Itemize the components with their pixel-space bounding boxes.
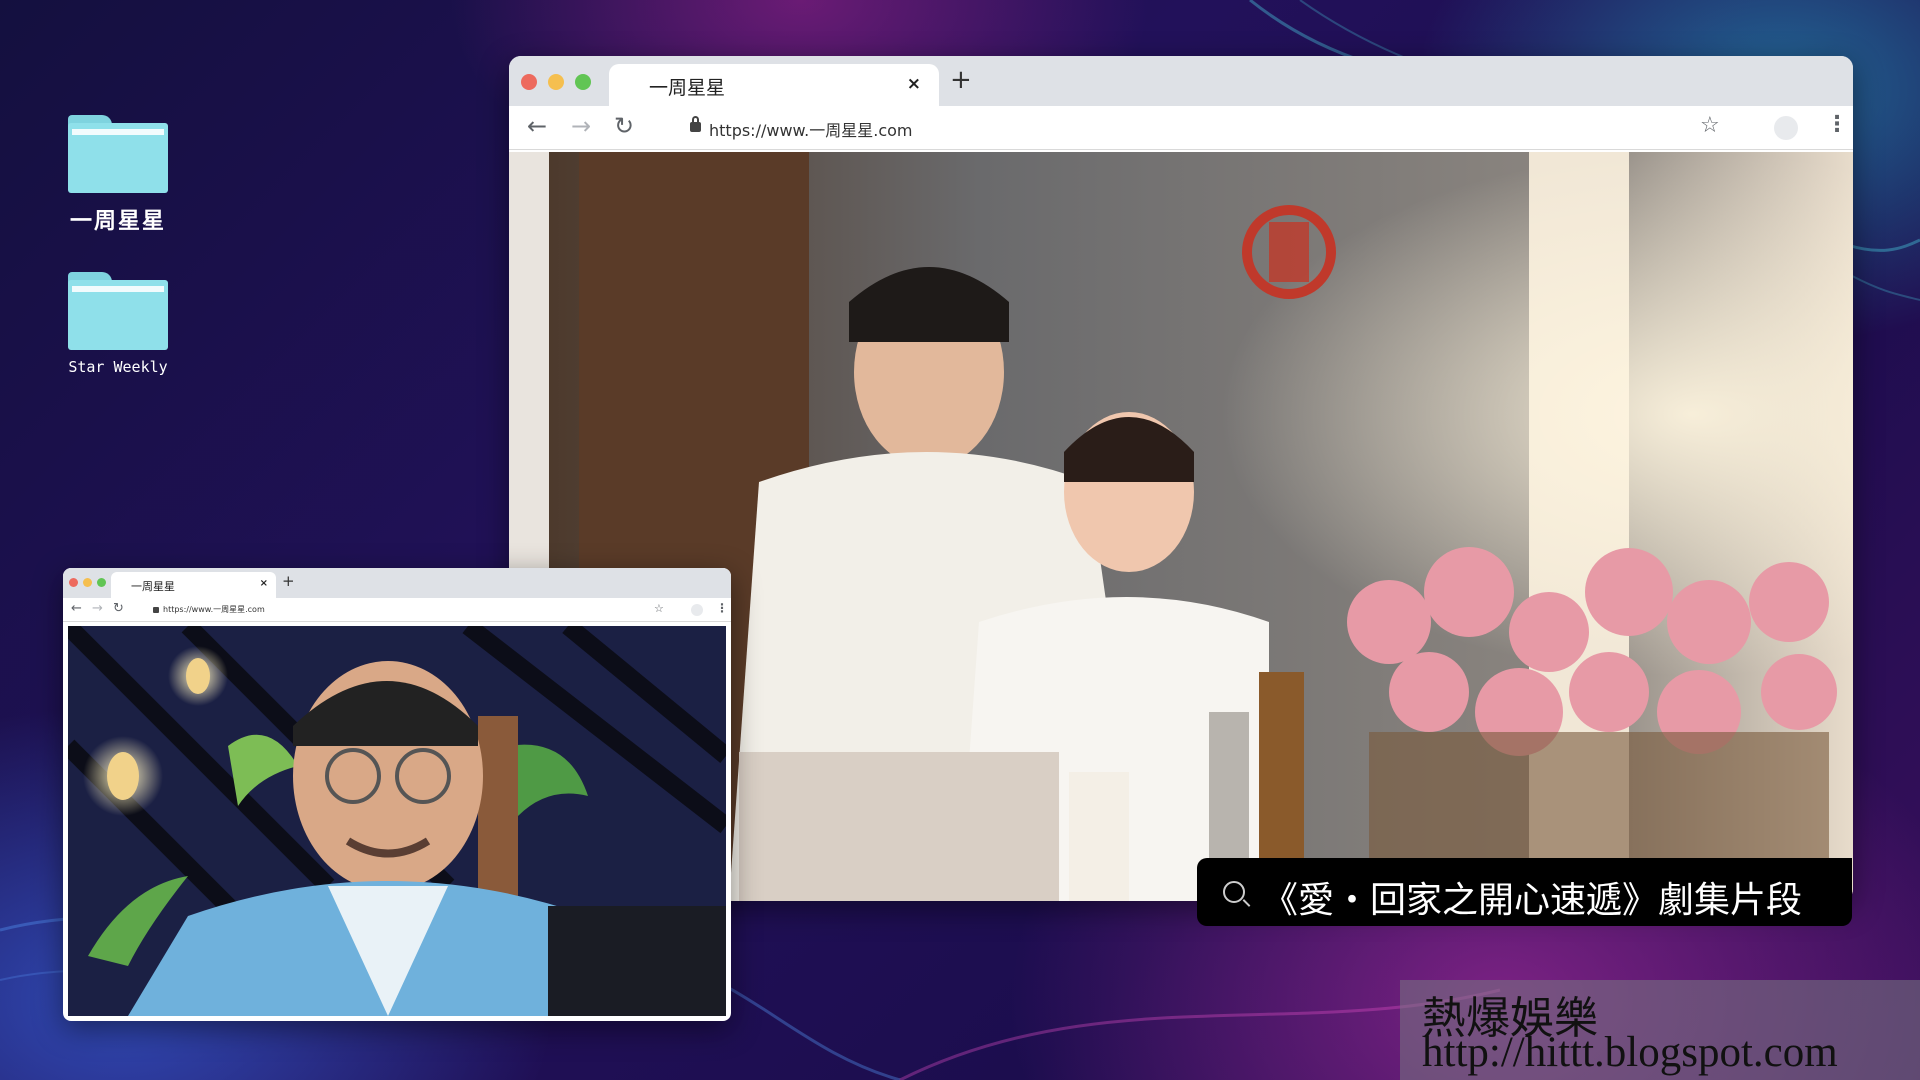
tab-bar: 一周星星 × + [509,56,1853,106]
watermark-url: http://hittt.blogspot.com [1422,1029,1838,1076]
forward-arrow-icon[interactable]: → [92,601,103,616]
desktop-folder-star-weekly-cn[interactable]: 一周星星 [48,115,188,235]
minimize-window-button[interactable] [83,578,92,587]
tab-title: 一周星星 [649,77,726,99]
desktop-folder-star-weekly[interactable]: Star Weekly [48,272,188,376]
bookmark-star-icon[interactable]: ☆ [1700,113,1720,138]
browser-tab[interactable]: 一周星星 × [111,572,276,598]
back-arrow-icon[interactable]: ← [71,601,82,616]
tab-title: 一周星星 [131,580,175,593]
folder-icon [68,272,168,350]
studio-guest-image [68,626,726,1016]
maximize-window-button[interactable] [575,74,591,90]
bookmark-star-icon[interactable]: ☆ [654,602,664,615]
folder-icon [68,115,168,193]
tab-bar: 一周星星 × + [63,568,731,598]
close-window-button[interactable] [69,578,78,587]
reload-icon[interactable]: ↻ [614,112,634,140]
close-tab-icon[interactable]: × [907,74,921,94]
lock-icon [153,607,159,613]
caption-search-bar: 《愛・回家之開心速遞》劇集片段 [1197,858,1852,926]
maximize-window-button[interactable] [97,578,106,587]
browser-toolbar: ← → ↻ https://www.一周星星.com ☆ ⋮ [509,106,1853,150]
search-icon [1223,881,1245,903]
close-tab-icon[interactable]: × [260,578,268,589]
new-tab-icon[interactable]: + [282,572,295,590]
folder-label: Star Weekly [68,358,168,376]
browser-toolbar: ← → ↻ https://www.一周星星.com ☆ ⋮ [63,598,731,622]
close-window-button[interactable] [521,74,537,90]
address-bar[interactable]: https://www.一周星星.com [709,117,913,141]
reload-icon[interactable]: ↻ [113,601,124,616]
menu-kebab-icon[interactable]: ⋮ [716,601,728,615]
new-tab-icon[interactable]: + [950,65,972,95]
back-arrow-icon[interactable]: ← [527,112,547,140]
profile-avatar-icon[interactable] [691,604,703,616]
watermark: 熱爆娛樂 http://hittt.blogspot.com [1400,980,1920,1080]
profile-avatar-icon[interactable] [1774,116,1798,140]
minimize-window-button[interactable] [548,74,564,90]
menu-kebab-icon[interactable]: ⋮ [1826,112,1848,137]
address-bar[interactable]: https://www.一周星星.com [163,604,265,615]
forward-arrow-icon[interactable]: → [571,112,591,140]
lock-icon [690,116,701,132]
folder-label: 一周星星 [69,209,166,234]
browser-tab[interactable]: 一周星星 × [609,64,939,106]
small-browser-window: 一周星星 × + ← → ↻ https://www.一周星星.com ☆ ⋮ [63,568,731,1021]
caption-text: 《愛・回家之開心速遞》劇集片段 [1262,880,1803,921]
video-frame-studio-guest [68,626,726,1016]
